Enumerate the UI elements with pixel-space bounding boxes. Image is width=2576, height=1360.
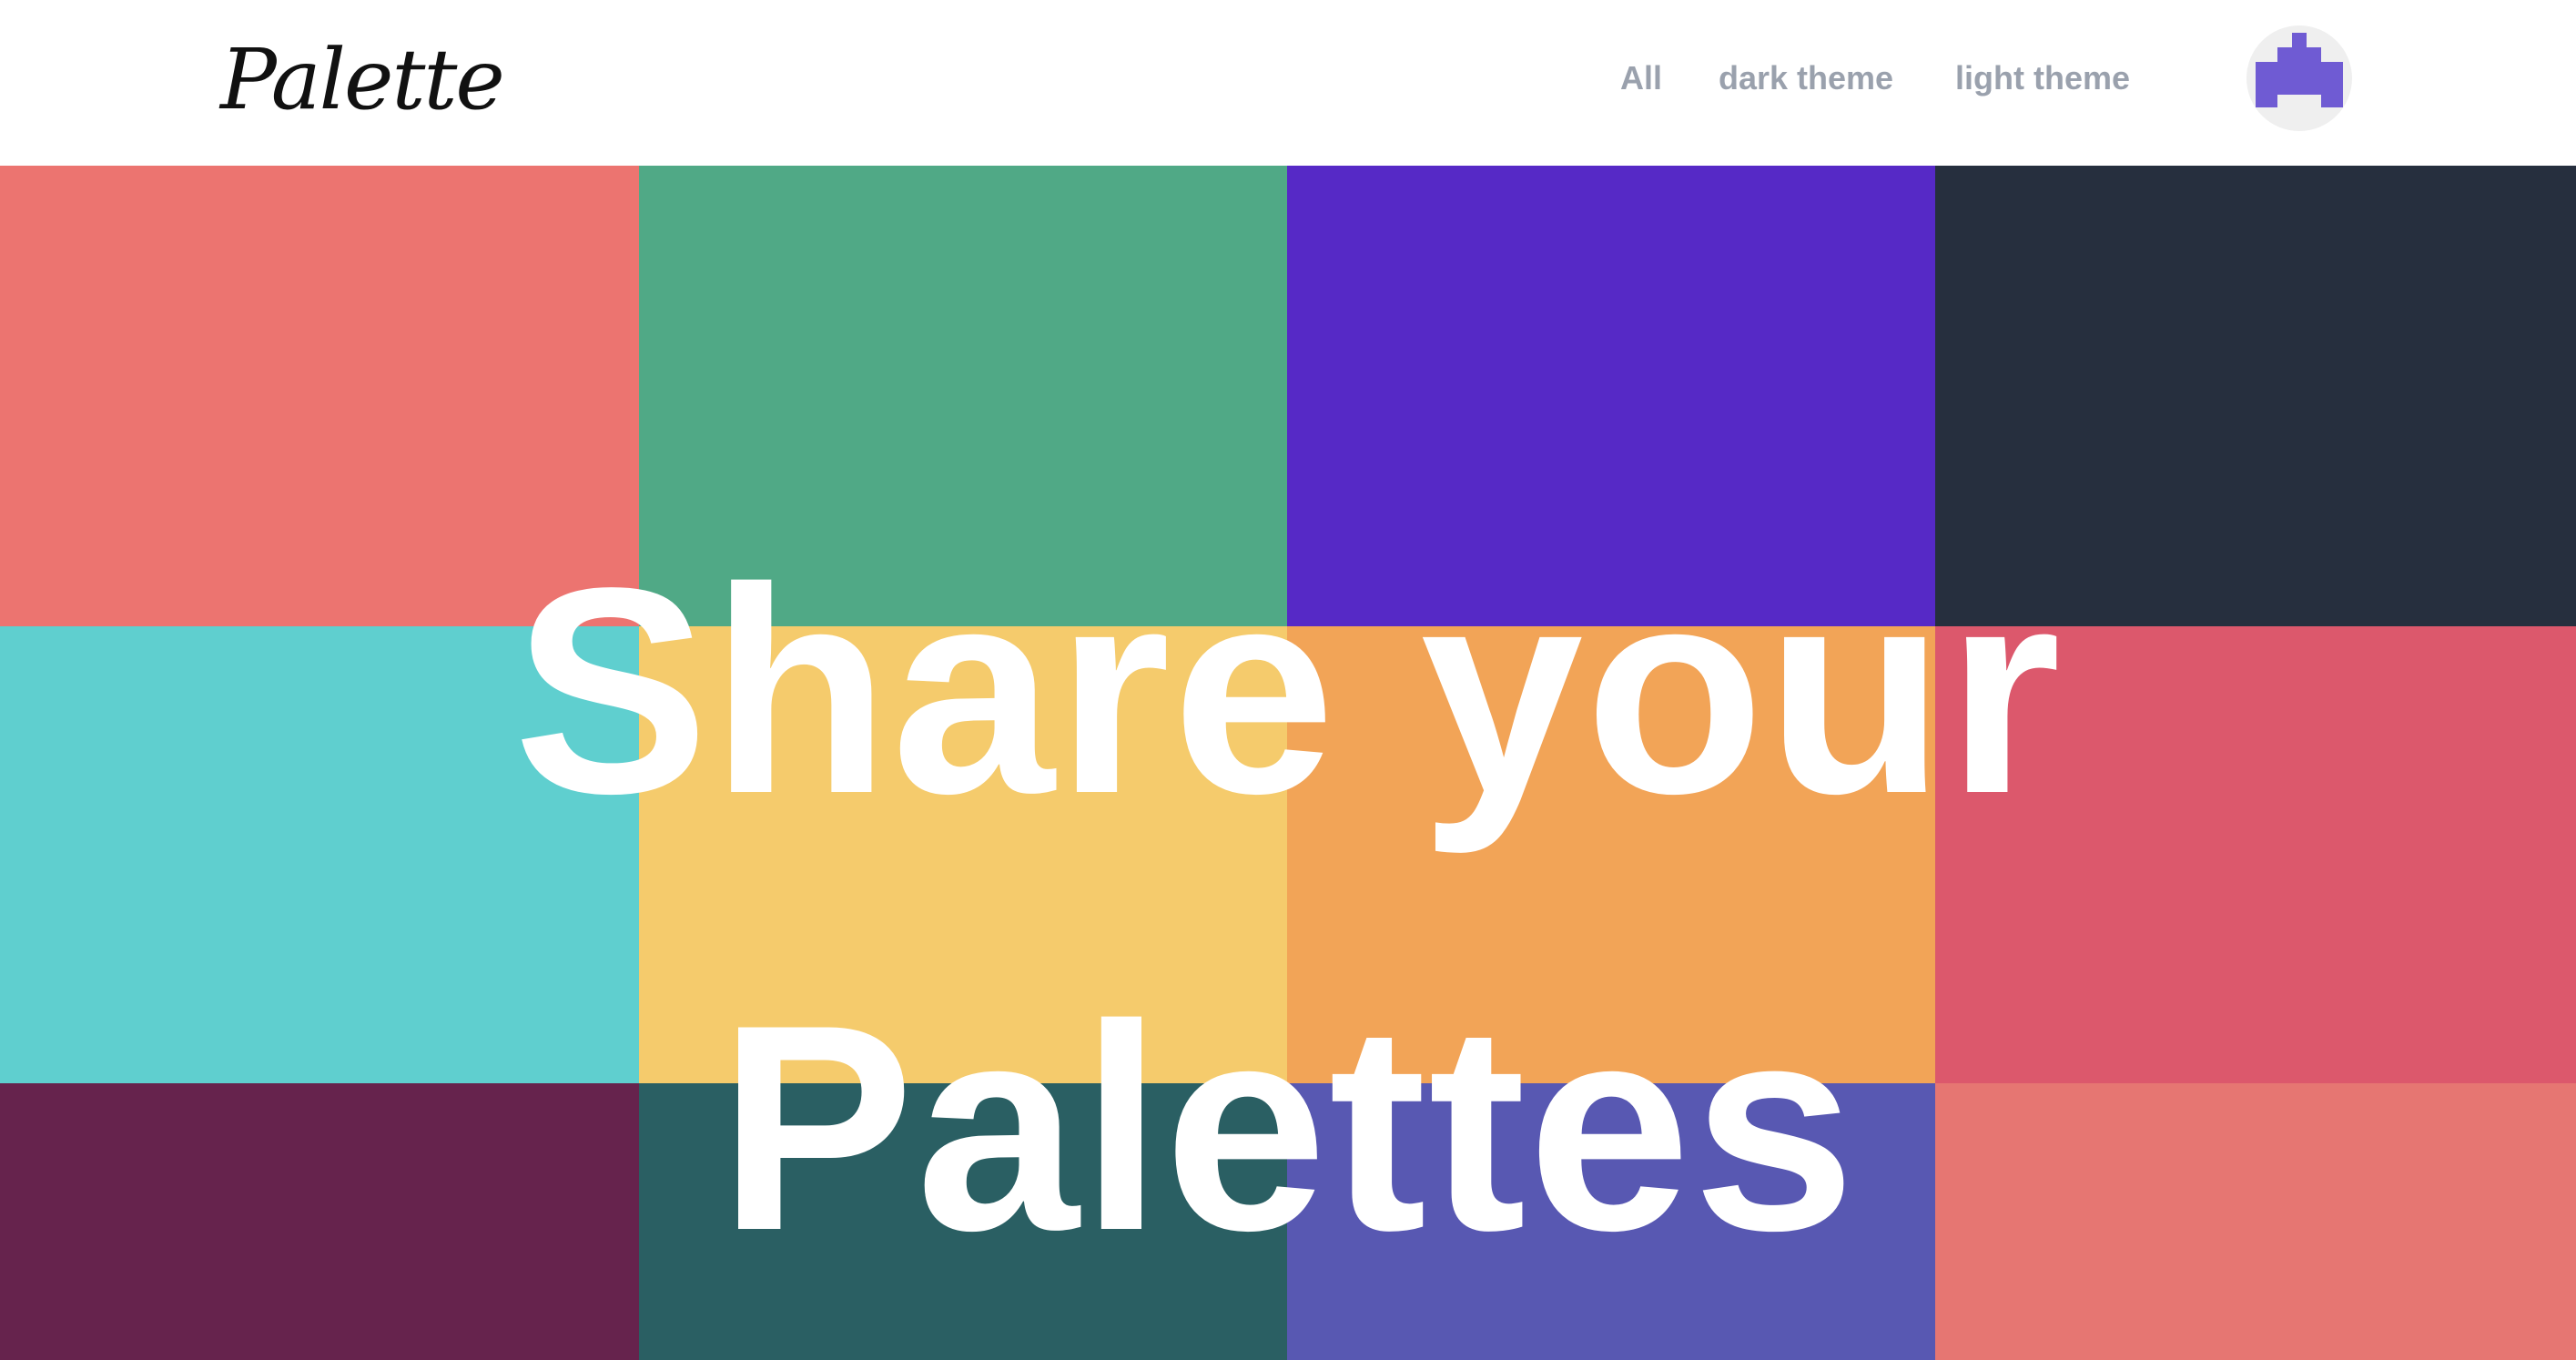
nav-all-link[interactable]: All [1620,51,1662,106]
hero-line-1: Share your [512,528,2064,855]
top-navbar: Palette All dark theme light theme [0,0,2576,166]
pixel-avatar-icon [2256,33,2343,107]
hero-heading: Share your Palettes [0,473,2576,1347]
avatar[interactable] [2246,25,2352,131]
logo[interactable]: Palette [220,16,505,144]
nav-light-theme-link[interactable]: light theme [1955,51,2130,106]
hero-line-2: Palettes [718,965,1858,1292]
nav-dark-theme-link[interactable]: dark theme [1719,51,1893,106]
